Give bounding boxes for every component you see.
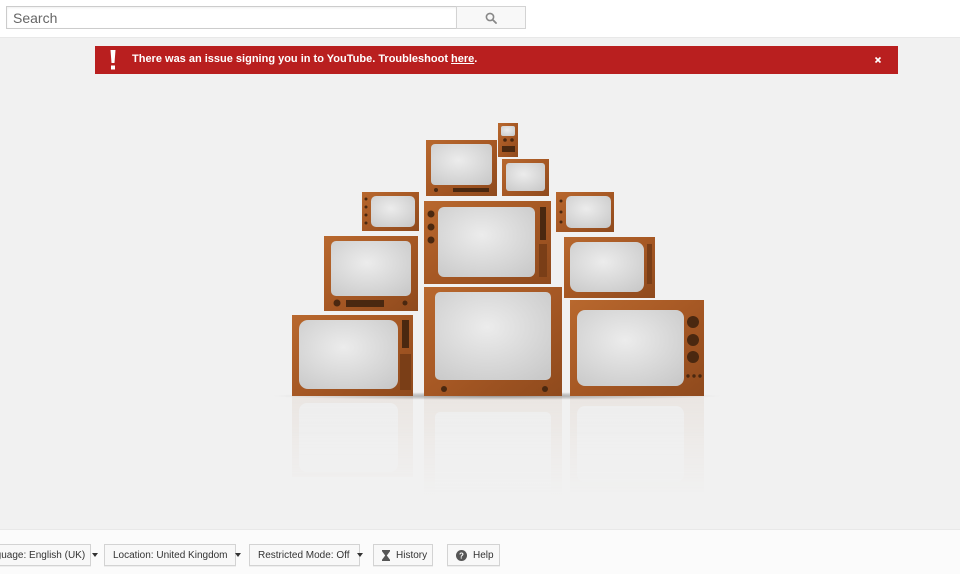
help-button[interactable]: ? Help <box>447 544 500 566</box>
help-icon: ? <box>456 549 467 561</box>
masthead <box>0 0 960 38</box>
alert-message: There was an issue signing you in to You… <box>132 53 478 65</box>
chevron-down-icon <box>356 553 363 557</box>
location-picker-button[interactable]: Location: United Kingdom <box>104 544 241 566</box>
svg-text:?: ? <box>459 551 464 560</box>
chevron-down-icon <box>92 553 99 557</box>
help-label: Help <box>473 549 494 561</box>
close-icon[interactable] <box>871 53 885 67</box>
chevron-down-icon <box>234 553 241 557</box>
language-picker-button[interactable]: Language: English (UK) <box>0 544 99 566</box>
history-button[interactable]: History <box>373 544 433 566</box>
restricted-mode-label: Restricted Mode: Off <box>258 549 350 561</box>
search-button[interactable] <box>456 6 526 29</box>
language-label: Language: English (UK) <box>0 549 86 561</box>
troubleshoot-link[interactable]: here <box>451 53 474 65</box>
history-label: History <box>396 549 428 561</box>
exclamation-icon <box>110 50 116 70</box>
search-input[interactable] <box>6 6 457 29</box>
footer: Language: English (UK) Location: United … <box>0 529 960 574</box>
search-icon <box>485 12 497 24</box>
restricted-mode-button[interactable]: Restricted Mode: Off <box>249 544 363 566</box>
signin-error-alert: There was an issue signing you in to You… <box>95 46 898 74</box>
location-label: Location: United Kingdom <box>113 549 228 561</box>
tv-stack-illustration <box>272 123 722 505</box>
hourglass-icon <box>382 549 390 561</box>
